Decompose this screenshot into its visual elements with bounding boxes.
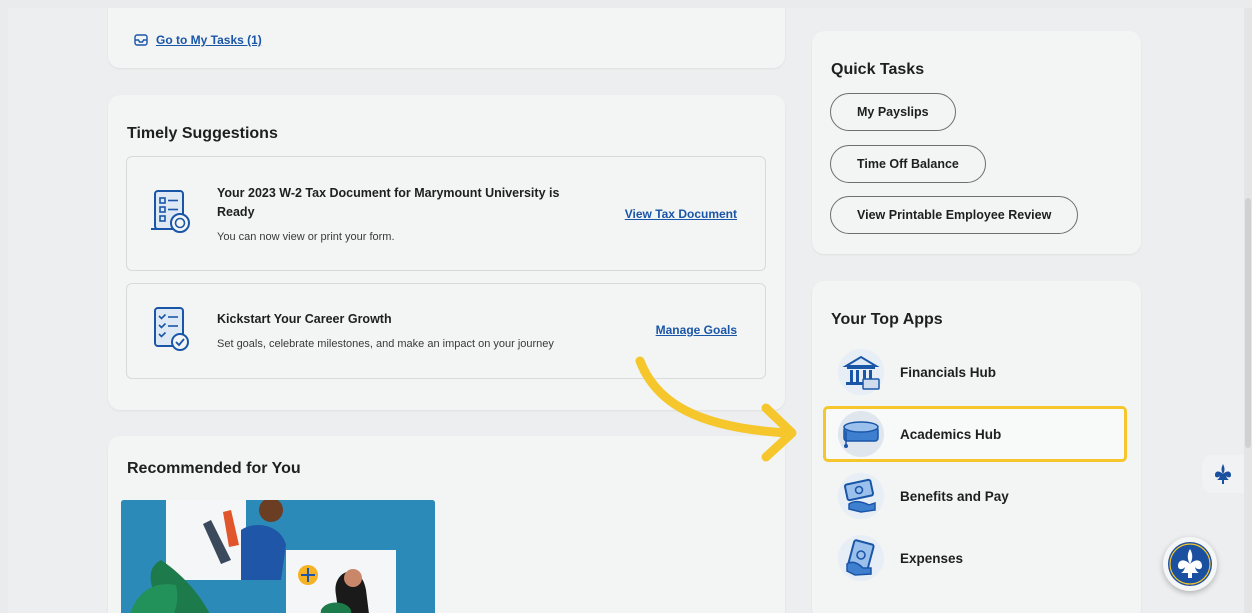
manage-goals-link[interactable]: Manage Goals <box>656 323 737 337</box>
inbox-icon <box>134 34 148 46</box>
page-scrollbar[interactable] <box>1244 8 1252 613</box>
quick-tasks-card: Quick Tasks My Payslips Time Off Balance… <box>812 31 1141 254</box>
suggestion-description: You can now view or print your form. <box>217 231 395 243</box>
scrollbar-thumb[interactable] <box>1245 198 1251 448</box>
app-financials-hub[interactable]: Financials Hub <box>826 347 1124 397</box>
recommended-title: Recommended for You <box>127 460 301 477</box>
view-printable-employee-review-button[interactable]: View Printable Employee Review <box>830 196 1079 234</box>
top-apps-title: Your Top Apps <box>831 311 943 328</box>
timely-suggestions-title: Timely Suggestions <box>127 125 278 142</box>
quick-tasks-title: Quick Tasks <box>831 61 925 78</box>
suggestion-title: Kickstart Your Career Growth <box>217 312 392 326</box>
people-illustration <box>121 500 435 613</box>
checklist-icon <box>154 307 189 351</box>
go-to-my-tasks-link[interactable]: Go to My Tasks (1) <box>134 33 262 47</box>
my-payslips-button[interactable]: My Payslips <box>830 93 956 131</box>
cash-hand-icon <box>838 535 884 581</box>
app-expenses[interactable]: Expenses <box>826 533 1124 583</box>
suggestion-description: Set goals, celebrate milestones, and mak… <box>217 338 554 350</box>
suggestion-tax-document: Your 2023 W-2 Tax Document for Marymount… <box>126 156 766 271</box>
app-label: Expenses <box>900 550 964 566</box>
app-label: Financials Hub <box>900 364 997 380</box>
tax-document-icon <box>151 190 190 233</box>
annotation-arrow <box>635 356 797 462</box>
recommended-illustration[interactable] <box>121 500 435 613</box>
app-academics-hub[interactable]: Academics Hub <box>823 406 1127 462</box>
app-label: Academics Hub <box>900 426 1002 442</box>
page-frame: Go to My Tasks (1) Timely Suggestions Yo… <box>8 8 1244 613</box>
fleur-de-lis-icon <box>1215 464 1231 484</box>
app-label: Benefits and Pay <box>900 488 1009 504</box>
assistant-button[interactable] <box>1163 537 1217 591</box>
bank-icon <box>838 349 884 395</box>
side-panel-tab[interactable] <box>1202 455 1244 493</box>
suggestion-title: Your 2023 W-2 Tax Document for Marymount… <box>217 186 560 219</box>
time-off-balance-button[interactable]: Time Off Balance <box>830 145 986 183</box>
tasks-card: Go to My Tasks (1) <box>108 8 785 68</box>
app-benefits-and-pay[interactable]: Benefits and Pay <box>826 471 1124 521</box>
money-hand-icon <box>838 473 884 519</box>
graduation-cap-icon <box>838 411 884 457</box>
fleur-de-lis-logo-icon <box>1168 542 1212 586</box>
view-tax-document-link[interactable]: View Tax Document <box>625 207 737 221</box>
top-apps-card: Your Top Apps Financials Hub Academics H… <box>812 281 1141 613</box>
go-to-my-tasks-label: Go to My Tasks (1) <box>156 33 262 47</box>
